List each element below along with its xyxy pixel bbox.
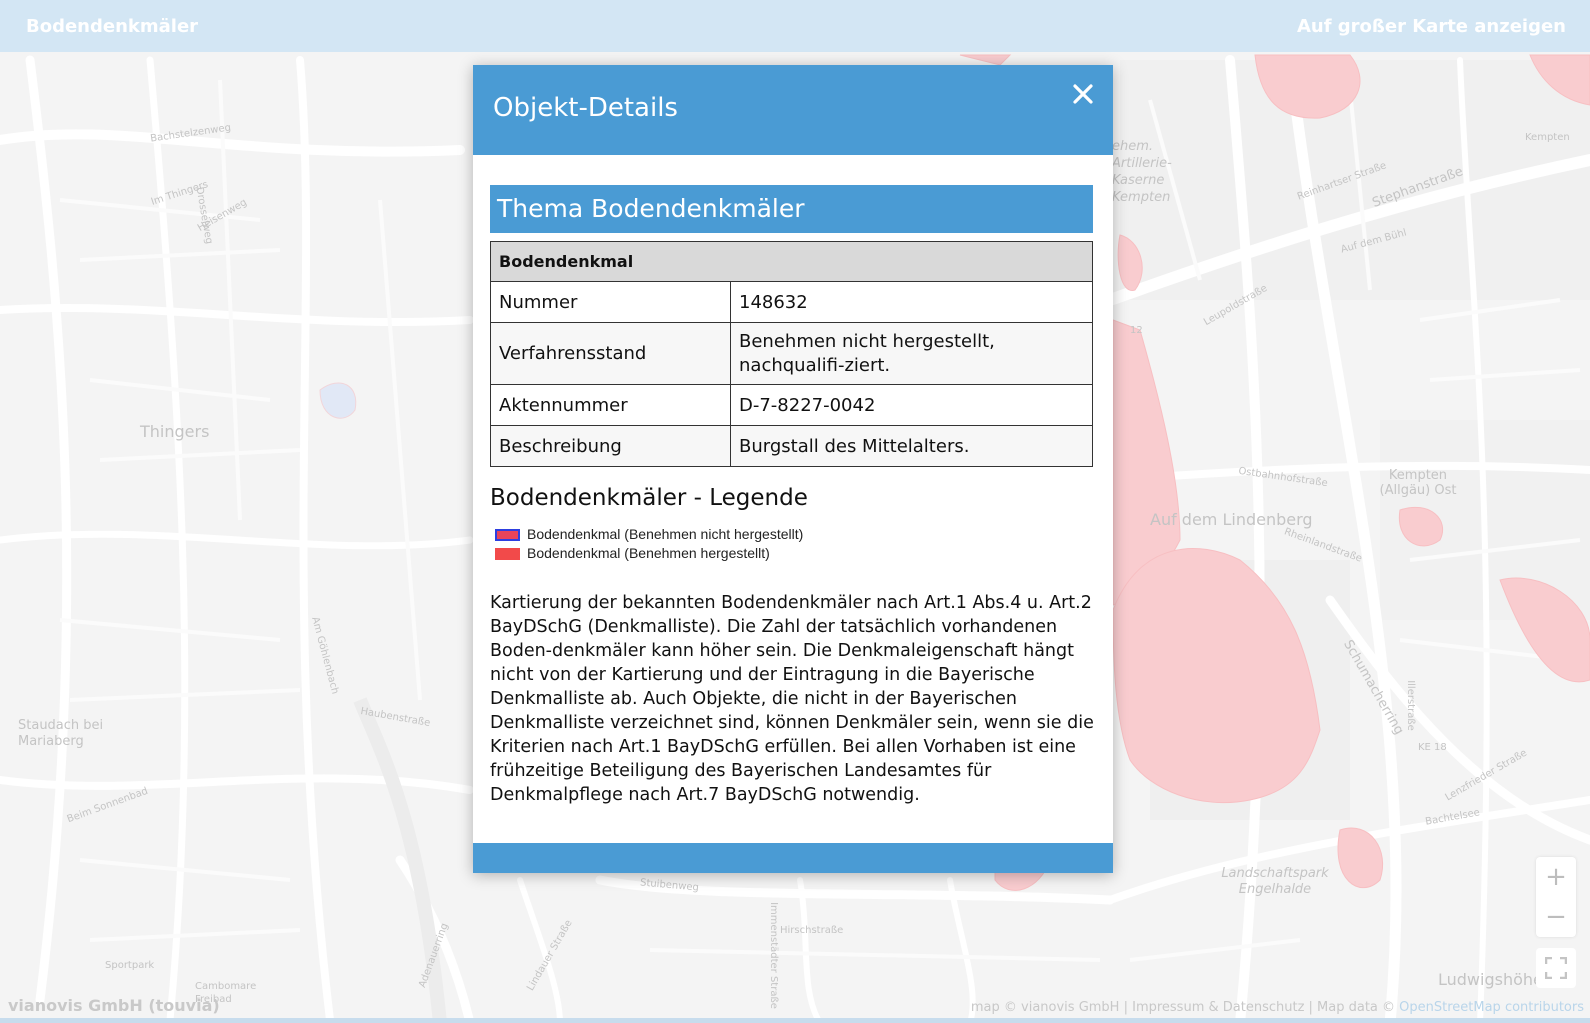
- map-label: Sportpark: [105, 960, 155, 971]
- map-label: Kempten: [1525, 132, 1570, 143]
- table-row: Beschreibung Burgstall des Mittelalters.: [490, 425, 1093, 467]
- table-row: Verfahrensstand Benehmen nicht hergestel…: [490, 322, 1093, 385]
- zoom-out-button[interactable]: −: [1536, 897, 1576, 937]
- map-label: Landschaftspark Engelhalde: [1221, 866, 1329, 897]
- theme-description: Kartierung der bekannten Bodendenkmäler …: [490, 593, 1094, 805]
- map-label: Staudach bei Mariaberg: [18, 718, 104, 749]
- row-key: Aktennummer: [490, 384, 731, 426]
- row-value: Benehmen nicht hergestellt, nachqualifi-…: [730, 322, 1093, 385]
- map-attribution: map © vianovis GmbH | Impressum & Datens…: [971, 1000, 1584, 1015]
- row-value: Burgstall des Mittelalters.: [730, 425, 1093, 467]
- details-table: Bodendenkmal Nummer 148632 Verfahrenssta…: [490, 241, 1093, 467]
- brand-attribution: vianovis GmbH (touvia): [8, 996, 220, 1015]
- theme-title: Thema Bodendenkmäler: [497, 194, 805, 223]
- map-label: Thingers: [140, 422, 210, 441]
- map-label: Illerstraße: [1404, 680, 1416, 731]
- row-key: Nummer: [490, 281, 731, 323]
- show-large-map-link[interactable]: Auf großer Karte anzeigen: [1297, 16, 1566, 37]
- table-row: Aktennummer D-7-8227-0042: [490, 384, 1093, 426]
- legend: Bodendenkmal (Benehmen nicht hergestellt…: [495, 525, 803, 563]
- legend-item: Bodendenkmal (Benehmen hergestellt): [495, 544, 803, 563]
- legend-item: Bodendenkmal (Benehmen nicht hergestellt…: [495, 525, 803, 544]
- legend-swatch: [495, 529, 520, 541]
- row-value: D-7-8227-0042: [730, 384, 1093, 426]
- object-details-dialog: Objekt-Details Thema Bodendenkmäler Bode…: [473, 65, 1113, 873]
- legend-label: Bodendenkmal (Benehmen nicht hergestellt…: [527, 526, 804, 542]
- dialog-footer: [473, 843, 1113, 873]
- legend-title: Bodendenkmäler - Legende: [490, 485, 808, 511]
- table-header: Bodendenkmal: [490, 241, 1093, 282]
- app-title: Bodendenkmäler: [26, 16, 199, 37]
- osm-link[interactable]: OpenStreetMap contributors: [1399, 1000, 1584, 1015]
- map-label: 12: [1130, 325, 1143, 336]
- fullscreen-icon: [1544, 956, 1568, 980]
- close-icon[interactable]: [1069, 80, 1097, 108]
- map-label: Immenstädter Straße: [767, 902, 779, 1009]
- legend-swatch: [495, 548, 520, 560]
- theme-banner: Thema Bodendenkmäler: [490, 185, 1093, 233]
- dialog-header: Objekt-Details: [473, 65, 1113, 155]
- zoom-control: + −: [1536, 857, 1576, 937]
- table-row: Nummer 148632: [490, 281, 1093, 323]
- fullscreen-button[interactable]: [1536, 948, 1576, 988]
- bottom-strip: [0, 1018, 1590, 1023]
- map-label: KE 18: [1418, 742, 1447, 753]
- dialog-title: Objekt-Details: [493, 93, 678, 123]
- map-label: Ludwigshöhe: [1438, 970, 1543, 989]
- map-label: ehem. Artillerie-Kaserne Kempten: [1112, 139, 1172, 205]
- top-bar: Bodendenkmäler Auf großer Karte anzeigen: [0, 0, 1590, 52]
- row-value: 148632: [730, 281, 1093, 323]
- row-key: Beschreibung: [490, 425, 731, 467]
- legend-label: Bodendenkmal (Benehmen hergestellt): [527, 545, 770, 561]
- row-key: Verfahrensstand: [490, 322, 731, 385]
- zoom-in-button[interactable]: +: [1536, 857, 1576, 897]
- map-label: Hirschstraße: [780, 925, 844, 936]
- attribution-text: map © vianovis GmbH | Impressum & Datens…: [970, 1000, 1400, 1015]
- map-label: Kempten (Allgäu) Ost: [1379, 468, 1457, 498]
- table-header-row: Bodendenkmal: [490, 241, 1093, 282]
